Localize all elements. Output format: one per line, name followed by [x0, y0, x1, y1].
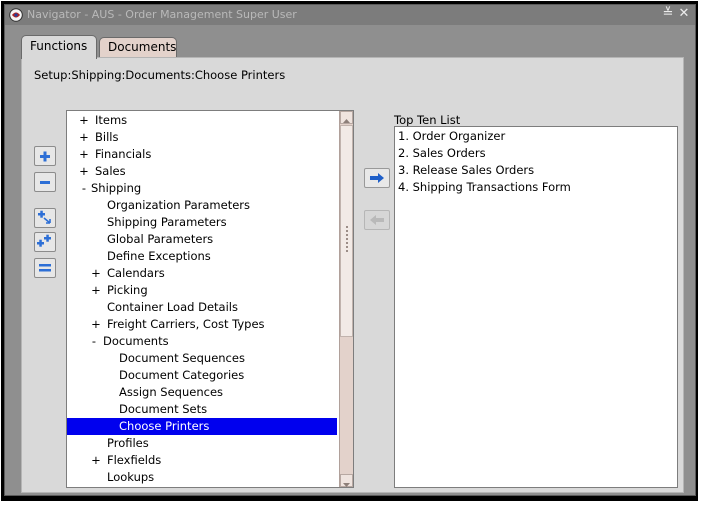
tree-item-label: Items — [95, 113, 128, 127]
tree-item-assign-sequences[interactable]: Assign Sequences — [67, 384, 337, 401]
top-ten-label: Top Ten List — [394, 113, 461, 127]
grip-dot — [346, 230, 348, 232]
tree-item-label: Document Sets — [119, 402, 208, 416]
tree-item-freight-carriers[interactable]: + Freight Carriers, Cost Types — [67, 316, 337, 333]
top-ten-item[interactable]: 2. Sales Orders — [398, 145, 486, 162]
window-title: Navigator - AUS - Order Management Super… — [27, 8, 297, 21]
tab-functions[interactable]: Functions — [21, 35, 97, 59]
tab-documents-label: Documents — [108, 40, 177, 54]
tree-item-sales[interactable]: + Sales — [67, 163, 337, 180]
expand-branch-button[interactable] — [34, 208, 56, 228]
tree-item-label: Container Load Details — [107, 300, 238, 314]
grip-dot — [346, 250, 348, 252]
tree-item-label: Choose Printers — [119, 419, 210, 433]
collapse-button[interactable] — [34, 172, 56, 192]
grip-dot — [346, 246, 348, 248]
tree-item-label: Document Sequences — [119, 351, 245, 365]
collapse-icon — [40, 181, 50, 184]
tree-scrollbar[interactable] — [339, 111, 353, 487]
function-tree[interactable]: + Items + Bills + Financials + Sales - S… — [66, 110, 354, 488]
grip-dot — [346, 226, 348, 228]
expand-button[interactable] — [34, 146, 56, 166]
tree-item-document-sequences[interactable]: Document Sequences — [67, 350, 337, 367]
expand-branch-icon — [38, 210, 51, 224]
tree-toggle[interactable]: + — [79, 163, 89, 180]
expand-icon — [40, 151, 50, 162]
tree-item-label: Document Categories — [119, 368, 245, 382]
add-to-top-ten-button[interactable] — [364, 168, 390, 188]
tree-item-shipping[interactable]: - Shipping — [67, 180, 337, 197]
close-icon[interactable]: ✕ — [677, 7, 691, 21]
scroll-thumb[interactable] — [340, 125, 353, 337]
grip-dot — [346, 238, 348, 240]
tree-toggle[interactable]: + — [79, 129, 89, 146]
tree-item-choose-printers[interactable]: Choose Printers — [67, 418, 337, 435]
arrow-right-icon — [370, 173, 384, 183]
collapse-all-icon — [39, 264, 51, 272]
navigator-window: Navigator - AUS - Order Management Super… — [4, 4, 696, 496]
tree-item-picking[interactable]: + Picking — [67, 282, 337, 299]
functions-panel: Setup:Shipping:Documents:Choose Printers — [21, 57, 684, 493]
tab-documents[interactable]: Documents — [99, 37, 177, 57]
tree-item-document-sets[interactable]: Document Sets — [67, 401, 337, 418]
tree-item-bills[interactable]: + Bills — [67, 129, 337, 146]
tree-toggle[interactable]: + — [79, 146, 89, 163]
remove-from-top-ten-button[interactable] — [364, 210, 390, 230]
tree-item-label: Financials — [95, 147, 152, 161]
grip-dot — [346, 234, 348, 236]
expand-all-icon — [37, 234, 51, 247]
tree-toggle[interactable]: + — [79, 112, 89, 129]
tree-item-label: Global Parameters — [107, 232, 214, 246]
tree-toggle[interactable]: + — [91, 316, 101, 333]
tree-item-lookups[interactable]: Lookups — [67, 469, 337, 486]
tree-toggle[interactable]: + — [91, 452, 101, 469]
grip-dot — [346, 242, 348, 244]
breadcrumb: Setup:Shipping:Documents:Choose Printers — [34, 68, 286, 82]
tree-toggle[interactable]: + — [91, 282, 101, 299]
tree-item-label: Freight Carriers, Cost Types — [107, 317, 265, 331]
scroll-up-button[interactable] — [340, 111, 353, 124]
tree-item-documents[interactable]: - Documents — [67, 333, 337, 350]
tree-item-label: Organization Parameters — [107, 198, 250, 212]
tree-item-label: Shipping Parameters — [107, 215, 227, 229]
tree-item-label: Profiles — [107, 436, 149, 450]
expand-all-button[interactable] — [34, 232, 56, 252]
tree-item-label: Assign Sequences — [119, 385, 224, 399]
scroll-down-button[interactable] — [340, 474, 353, 487]
tree-item-label: Sales — [95, 164, 126, 178]
tree-item-label: Bills — [95, 130, 119, 144]
tree-item-label: Lookups — [107, 470, 155, 484]
title-bar: Navigator - AUS - Order Management Super… — [5, 5, 695, 25]
tree-item-define-exceptions[interactable]: Define Exceptions — [67, 248, 337, 265]
tree-item-label: Picking — [107, 283, 148, 297]
collapse-all-button[interactable] — [34, 258, 56, 278]
minimize-icon[interactable]: ≚ — [661, 7, 675, 21]
oracle-app-icon — [9, 8, 23, 22]
tree-item-label: Flexfields — [107, 453, 162, 467]
scroll-down-icon — [343, 483, 350, 487]
top-ten-item[interactable]: 1. Order Organizer — [398, 128, 505, 145]
tree-item-organization-parameters[interactable]: Organization Parameters — [67, 197, 337, 214]
tree-item-label: Define Exceptions — [107, 249, 211, 263]
top-ten-list[interactable]: 1. Order Organizer 2. Sales Orders 3. Re… — [394, 126, 678, 488]
tree-item-document-categories[interactable]: Document Categories — [67, 367, 337, 384]
top-ten-item[interactable]: 3. Release Sales Orders — [398, 162, 534, 179]
tree-toggle[interactable]: - — [89, 333, 99, 350]
tree-item-container-load-details[interactable]: Container Load Details — [67, 299, 337, 316]
arrow-left-icon — [370, 215, 384, 225]
tree-item-label: Shipping — [91, 181, 142, 195]
tree-toggle[interactable]: - — [79, 180, 89, 197]
tree-item-profiles[interactable]: Profiles — [67, 435, 337, 452]
tree-item-flexfields[interactable]: + Flexfields — [67, 452, 337, 469]
tree-item-label: Documents — [103, 334, 169, 348]
tree-item-financials[interactable]: + Financials — [67, 146, 337, 163]
tree-item-global-parameters[interactable]: Global Parameters — [67, 231, 337, 248]
tree-item-label: Calendars — [107, 266, 165, 280]
tree-item-items[interactable]: + Items — [67, 112, 337, 129]
tree-item-shipping-parameters[interactable]: Shipping Parameters — [67, 214, 337, 231]
tab-functions-label: Functions — [30, 39, 88, 53]
tree-item-calendars[interactable]: + Calendars — [67, 265, 337, 282]
tree-toggle[interactable]: + — [91, 265, 101, 282]
top-ten-item[interactable]: 4. Shipping Transactions Form — [398, 179, 571, 196]
